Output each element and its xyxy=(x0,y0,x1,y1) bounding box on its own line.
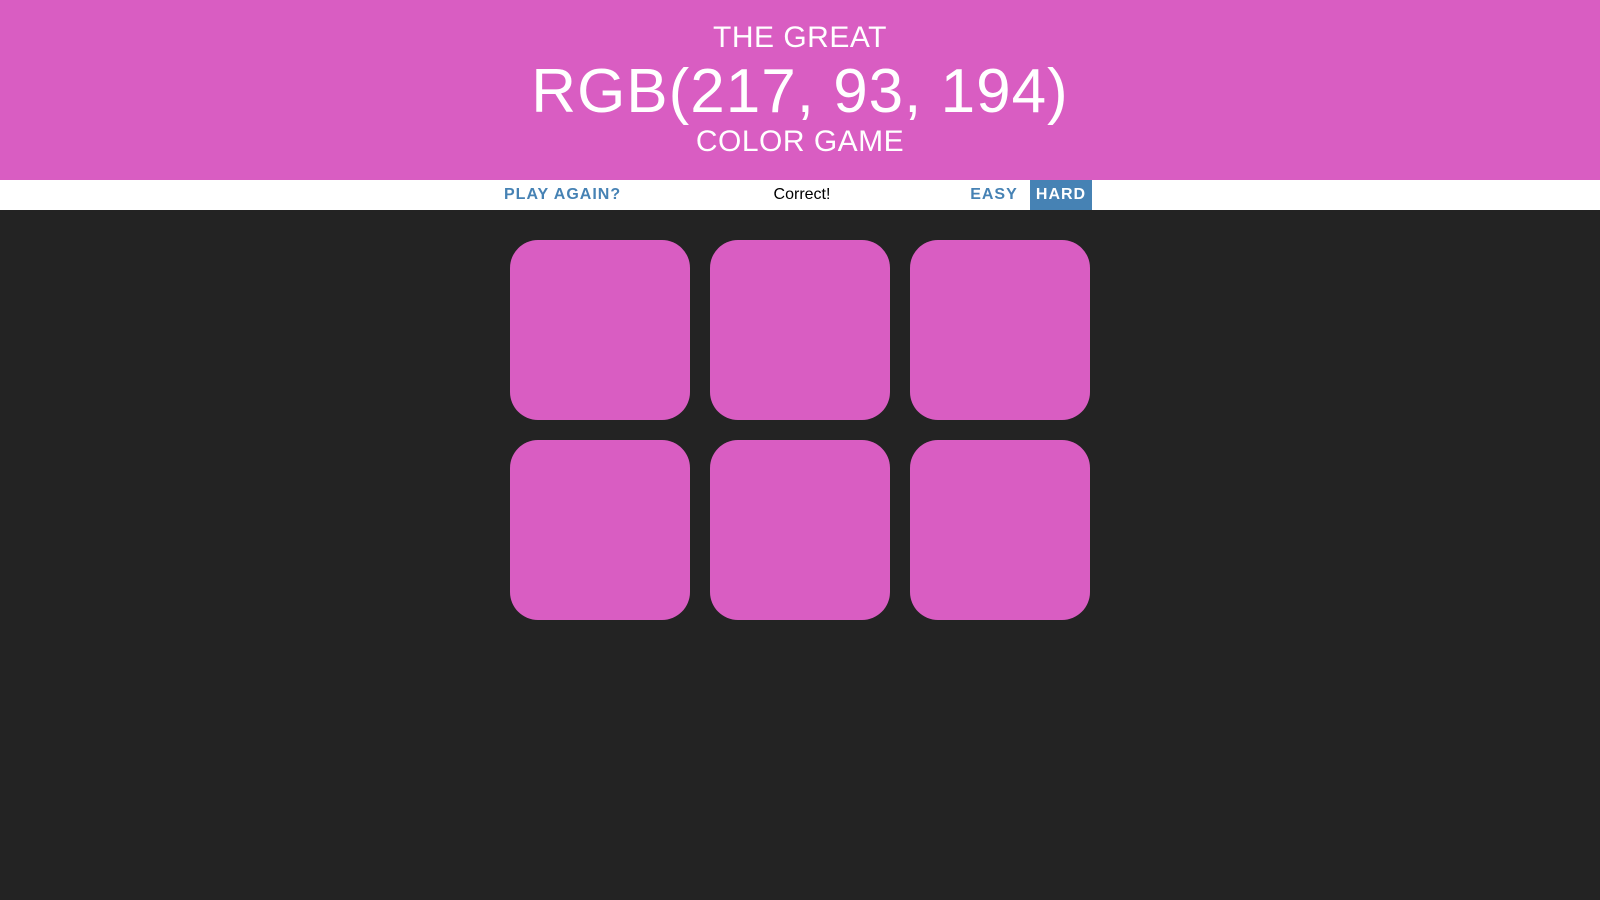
easy-mode-button[interactable]: EASY xyxy=(962,180,1026,210)
header-title-bottom: COLOR GAME xyxy=(695,125,905,158)
color-square[interactable] xyxy=(910,240,1090,420)
play-again-button[interactable]: PLAY AGAIN? xyxy=(504,180,640,210)
rgb-color-display: RGB(217, 93, 194) xyxy=(531,57,1069,126)
hard-mode-button[interactable]: HARD xyxy=(1030,180,1092,210)
color-square[interactable] xyxy=(510,240,690,420)
game-header: THE GREAT RGB(217, 93, 194) COLOR GAME xyxy=(0,0,1600,180)
header-title-top: THE GREAT xyxy=(713,21,887,54)
control-stripe: PLAY AGAIN? Correct! EASY HARD xyxy=(0,180,1600,210)
color-squares-grid xyxy=(510,240,1090,620)
color-square[interactable] xyxy=(710,240,890,420)
color-square[interactable] xyxy=(910,440,1090,620)
status-message: Correct! xyxy=(773,186,831,203)
color-square[interactable] xyxy=(710,440,890,620)
color-square[interactable] xyxy=(510,440,690,620)
